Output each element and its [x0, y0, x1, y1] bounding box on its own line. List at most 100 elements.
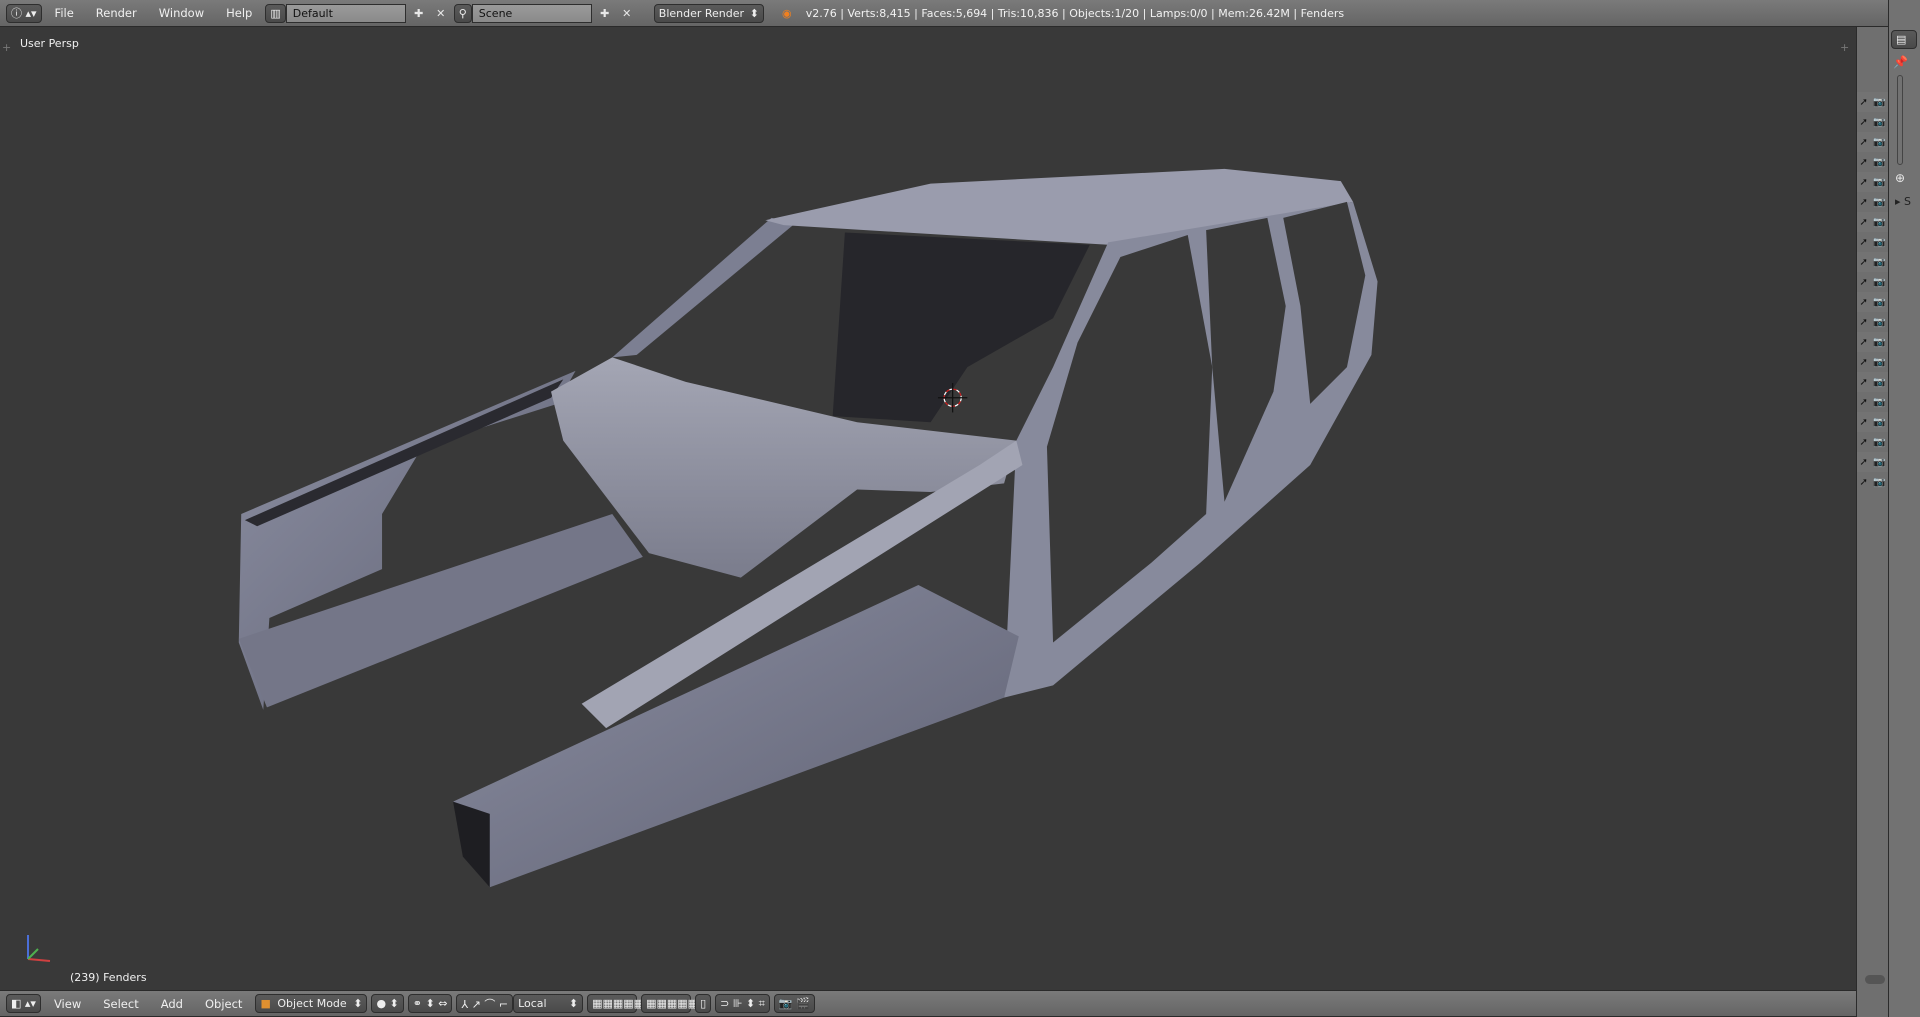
- snap-controls[interactable]: ⊃ ⊪ ⬍ ⌗: [715, 994, 770, 1013]
- menu-help[interactable]: Help: [217, 6, 261, 20]
- render-camera-icon[interactable]: 📷: [1873, 477, 1885, 488]
- render-buttons[interactable]: 📷 🎬: [773, 994, 815, 1013]
- outliner-row: ➚ 📷: [1857, 312, 1888, 332]
- render-camera-icon[interactable]: 📷: [1873, 197, 1885, 208]
- editor-type-info-button[interactable]: ⓘ ▴▾: [6, 3, 42, 23]
- menu-view[interactable]: View: [45, 997, 90, 1011]
- blender-logo-icon: ◉: [781, 6, 792, 20]
- selectable-arrow-icon[interactable]: ➚: [1860, 457, 1868, 468]
- scrollbar[interactable]: [1865, 975, 1885, 984]
- selectable-arrow-icon[interactable]: ➚: [1860, 157, 1868, 168]
- delete-scene-icon[interactable]: ✕: [618, 5, 636, 22]
- scene-icon: ⚲: [458, 6, 467, 20]
- add-icon[interactable]: ⊕: [1895, 171, 1914, 185]
- selectable-arrow-icon[interactable]: ➚: [1860, 117, 1868, 128]
- 3d-viewport[interactable]: User Persp (239) Fenders + +: [0, 27, 1856, 990]
- collapsed-panel[interactable]: ▸ S: [1895, 195, 1914, 208]
- view-name-label: User Persp: [20, 37, 79, 50]
- pivot-point-dropdown[interactable]: ⚭ ⬍ ⇔: [407, 994, 453, 1013]
- properties-expand-icon[interactable]: +: [1840, 41, 1849, 54]
- selectable-arrow-icon[interactable]: ➚: [1860, 377, 1868, 388]
- menu-render[interactable]: Render: [87, 6, 146, 20]
- render-camera-icon[interactable]: 📷: [1873, 457, 1885, 468]
- render-camera-icon[interactable]: 📷: [1873, 117, 1885, 128]
- transform-orientation-dropdown[interactable]: Local ⬍: [513, 994, 584, 1013]
- render-camera-icon[interactable]: 📷: [1873, 177, 1885, 188]
- layers-grid-icon: ▦▦▦▦▦: [592, 997, 645, 1010]
- 3d-view-icon: ◧ ▴▾: [11, 997, 36, 1010]
- selectable-arrow-icon[interactable]: ➚: [1860, 137, 1868, 148]
- render-camera-icon[interactable]: 📷: [1873, 437, 1885, 448]
- selectable-arrow-icon[interactable]: ➚: [1860, 277, 1868, 288]
- screen-layout-browse-button[interactable]: ▥: [265, 3, 286, 23]
- selectable-arrow-icon[interactable]: ➚: [1860, 477, 1868, 488]
- selectable-arrow-icon[interactable]: ➚: [1860, 297, 1868, 308]
- outliner-row: ➚ 📷: [1857, 192, 1888, 212]
- outliner-row: ➚ 📷: [1857, 352, 1888, 372]
- viewport-shading-dropdown[interactable]: ● ⬍: [371, 994, 404, 1013]
- mode-dropdown[interactable]: ■ Object Mode ⬍: [255, 994, 368, 1013]
- render-camera-icon[interactable]: 📷: [1873, 297, 1885, 308]
- render-camera-icon[interactable]: 📷: [1873, 417, 1885, 428]
- editor-type-button[interactable]: ◧ ▴▾: [6, 994, 41, 1013]
- render-camera-icon[interactable]: 📷: [1873, 217, 1885, 228]
- selectable-arrow-icon[interactable]: ➚: [1860, 437, 1868, 448]
- selectable-arrow-icon[interactable]: ➚: [1860, 317, 1868, 328]
- selectable-arrow-icon[interactable]: ➚: [1860, 177, 1868, 188]
- layers-grid-icon: ▦▦▦▦▦: [646, 997, 699, 1010]
- menu-window[interactable]: Window: [150, 6, 213, 20]
- render-camera-icon[interactable]: 📷: [1873, 157, 1885, 168]
- manipulator-toggles[interactable]: ⅄ ↗ ⌒ ⌐: [456, 994, 514, 1013]
- screen-layout-field[interactable]: Default: [285, 3, 406, 23]
- add-scene-icon[interactable]: ✚: [596, 5, 614, 22]
- selectable-arrow-icon[interactable]: ➚: [1860, 97, 1868, 108]
- render-camera-icon[interactable]: 📷: [1873, 377, 1885, 388]
- render-engine-label: Blender Render: [658, 6, 745, 20]
- selectable-arrow-icon[interactable]: ➚: [1860, 397, 1868, 408]
- layers-group-2[interactable]: ▦▦▦▦▦: [641, 994, 698, 1013]
- add-layout-icon[interactable]: ✚: [410, 5, 428, 22]
- selectable-arrow-icon[interactable]: ➚: [1860, 357, 1868, 368]
- selectable-arrow-icon[interactable]: ➚: [1860, 197, 1868, 208]
- scene-browse-button[interactable]: ⚲: [453, 3, 472, 23]
- outliner-row: ➚ 📷: [1857, 392, 1888, 412]
- selectable-arrow-icon[interactable]: ➚: [1860, 337, 1868, 348]
- zoom-slider[interactable]: [1897, 75, 1903, 165]
- properties-icon: ▤: [1896, 33, 1907, 46]
- outliner-row: ➚ 📷: [1857, 372, 1888, 392]
- selectable-arrow-icon[interactable]: ➚: [1860, 257, 1868, 268]
- render-camera-icon[interactable]: 📷: [1873, 317, 1885, 328]
- toolshelf-expand-icon[interactable]: +: [2, 41, 11, 54]
- render-camera-icon[interactable]: 📷: [1873, 277, 1885, 288]
- editor-type-properties-button[interactable]: ▤: [1891, 30, 1917, 49]
- selectable-arrow-icon[interactable]: ➚: [1860, 417, 1868, 428]
- snap-magnet-icon: ⊃ ⊪ ⬍ ⌗: [720, 996, 765, 1010]
- scene-field[interactable]: Scene: [471, 3, 592, 23]
- solid-shading-icon: ● ⬍: [376, 997, 399, 1010]
- outliner-row: ➚ 📷: [1857, 332, 1888, 352]
- layout-icon: ▥: [270, 6, 281, 20]
- render-camera-icon[interactable]: 📷: [1873, 97, 1885, 108]
- render-camera-icon[interactable]: 📷: [1873, 337, 1885, 348]
- pin-icon[interactable]: 📌: [1893, 55, 1916, 69]
- selectable-arrow-icon[interactable]: ➚: [1860, 217, 1868, 228]
- delete-layout-icon[interactable]: ✕: [432, 5, 450, 22]
- layers-group-1[interactable]: ▦▦▦▦▦: [587, 994, 644, 1013]
- lock-layers-button[interactable]: ▯: [695, 994, 712, 1013]
- render-camera-icon[interactable]: 📷: [1873, 237, 1885, 248]
- outliner-row: ➚ 📷: [1857, 172, 1888, 192]
- render-camera-icon[interactable]: 📷: [1873, 357, 1885, 368]
- outliner-row: ➚ 📷: [1857, 292, 1888, 312]
- render-camera-icon[interactable]: 📷: [1873, 397, 1885, 408]
- menu-add[interactable]: Add: [152, 997, 192, 1011]
- outliner-row: ➚ 📷: [1857, 152, 1888, 172]
- menu-object[interactable]: Object: [196, 997, 251, 1011]
- render-camera-icon[interactable]: 📷: [1873, 137, 1885, 148]
- outliner-row: ➚ 📷: [1857, 112, 1888, 132]
- outliner-restriction-columns: ➚ 📷 ➚ 📷 ➚ 📷 ➚ 📷 ➚ 📷 ➚ 📷 ➚ 📷 ➚ 📷 ➚ 📷 ➚ 📷 ➚ 📷 ➚ 📷 ➚ 📷 ➚ 📷 ➚ 📷 ➚ 📷 ➚ 📷 ➚ 📷 ➚ 📷 ➚ 📷: [1856, 27, 1888, 1017]
- menu-file[interactable]: File: [46, 6, 83, 20]
- selectable-arrow-icon[interactable]: ➚: [1860, 237, 1868, 248]
- render-engine-dropdown[interactable]: Blender Render ⬍: [653, 3, 764, 23]
- render-camera-icon[interactable]: 📷: [1873, 257, 1885, 268]
- menu-select[interactable]: Select: [94, 997, 147, 1011]
